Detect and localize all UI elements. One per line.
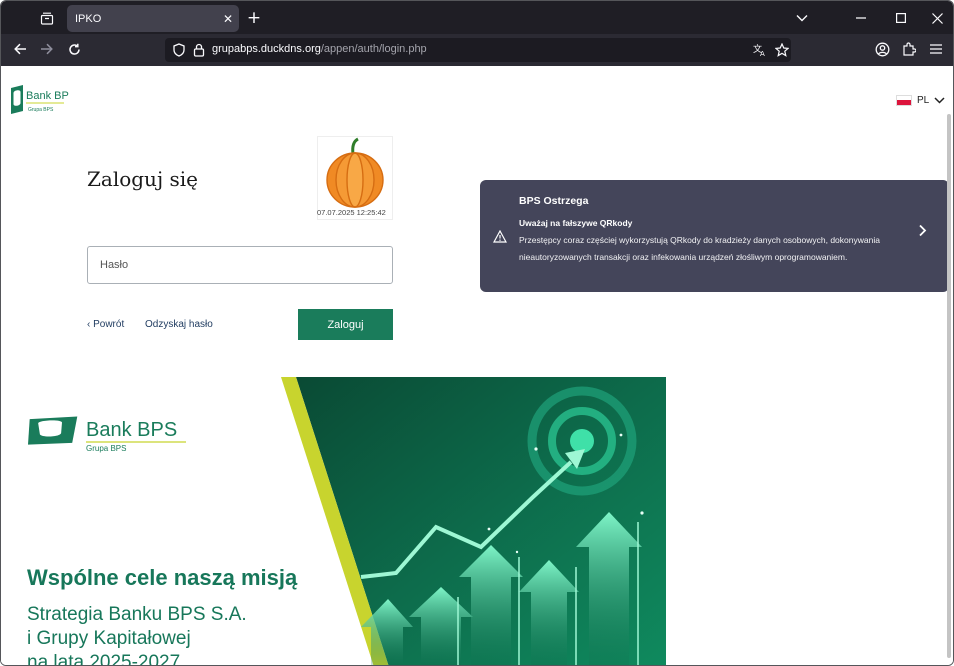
back-link[interactable]: ‹ Powrót (87, 319, 124, 330)
hamburger-menu-icon[interactable] (925, 38, 947, 60)
banner-line-1: Strategia Banku BPS S.A. (27, 604, 247, 625)
url-path: /appen/auth/login.php (320, 43, 427, 55)
tab-active[interactable]: IPKO ✕ (67, 5, 239, 32)
page-content: Bank BPS Grupa BPS PL Zaloguj się 07.07.… (1, 66, 953, 666)
bookmark-star-icon[interactable] (771, 39, 793, 61)
translate-icon[interactable]: 文A (749, 39, 771, 61)
alert-title: BPS Ostrzega (519, 195, 589, 207)
chevron-down-icon (934, 93, 945, 107)
vertical-scrollbar[interactable] (947, 114, 951, 658)
svg-text:Grupa BPS: Grupa BPS (86, 444, 126, 453)
account-icon[interactable] (871, 38, 893, 60)
banner-line-2: i Grupy Kapitałowej (27, 628, 191, 649)
page-title: Zaloguj się (87, 167, 198, 191)
svg-text:A: A (760, 50, 765, 57)
url-bar[interactable]: grupabps.duckdns.org/appen/auth/login.ph… (165, 38, 791, 62)
navigation-bar: grupabps.duckdns.org/appen/auth/login.ph… (1, 34, 953, 66)
maximize-icon[interactable] (890, 7, 912, 29)
alert-subtitle: Uważaj na fałszywe QRkody (519, 218, 633, 228)
url-host: grupabps.duckdns.org (212, 43, 321, 55)
tab-overview-icon[interactable] (34, 7, 60, 29)
banner-line-3: na lata 2025-2027 (27, 652, 181, 666)
window-close-icon[interactable] (926, 7, 948, 29)
url-text: grupabps.duckdns.org/appen/auth/login.ph… (212, 43, 427, 55)
password-input[interactable] (87, 246, 393, 284)
svg-text:Bank BPS: Bank BPS (26, 90, 69, 102)
recover-password-link[interactable]: Odzyskaj hasło (145, 319, 213, 330)
language-switcher[interactable]: PL (896, 93, 945, 107)
tab-close-icon[interactable]: ✕ (217, 8, 239, 30)
chevron-right-icon[interactable] (918, 224, 927, 242)
chevron-down-icon[interactable] (791, 7, 813, 29)
poland-flag-icon (896, 94, 912, 106)
new-tab-icon[interactable]: + (243, 7, 265, 29)
banner-headline: Wspólne cele naszą misją (27, 565, 298, 590)
language-label: PL (917, 94, 930, 106)
browser-window: IPKO ✕ + grupabps.duckdns.org/appen/auth… (0, 0, 954, 666)
shield-icon[interactable] (171, 42, 187, 58)
security-alert-card[interactable]: BPS Ostrzega Uważaj na fałszywe QRkody P… (480, 180, 949, 292)
tab-title: IPKO (75, 12, 102, 25)
minimize-icon[interactable] (850, 7, 872, 29)
banner-bank-logo: Bank BPS Grupa BPS (28, 416, 186, 453)
login-button[interactable]: Zaloguj (298, 309, 393, 340)
forward-arrow-icon[interactable] (35, 38, 57, 60)
alert-body: Przestępcy coraz częściej wykorzystują Q… (519, 235, 880, 262)
promo-banner[interactable]: Bank BPS Grupa BPS Wspólne cele naszą mi… (1, 377, 666, 666)
bank-logo[interactable]: Bank BPS Grupa BPS (9, 83, 69, 117)
tab-strip: IPKO ✕ + (1, 1, 953, 34)
lock-icon[interactable] (192, 42, 206, 58)
svg-text:Bank BPS: Bank BPS (86, 419, 177, 441)
extensions-icon[interactable] (898, 38, 920, 60)
warning-icon (493, 230, 507, 243)
svg-text:Grupa BPS: Grupa BPS (28, 107, 54, 113)
reload-icon[interactable] (63, 38, 85, 60)
captcha-timestamp: 07.07.2025 12:25:42 (317, 208, 386, 217)
back-arrow-icon[interactable] (9, 38, 31, 60)
